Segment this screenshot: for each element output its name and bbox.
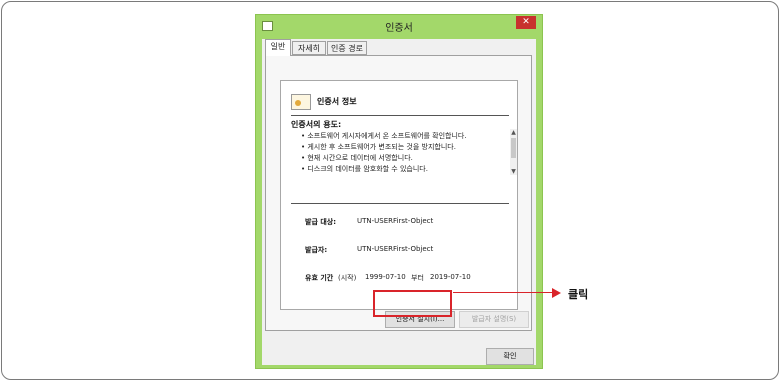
scrollbar-thumb[interactable]	[511, 138, 516, 158]
scroll-up-icon[interactable]: ▲	[510, 129, 517, 136]
tab-details[interactable]: 자세히	[292, 41, 326, 55]
tab-certification-path[interactable]: 인증 경로	[327, 41, 367, 55]
divider	[291, 203, 509, 204]
titlebar: 인증서 ✕	[256, 15, 542, 37]
click-highlight-box	[373, 290, 452, 317]
certificate-info-box: 인증서 정보 인증서의 용도: • 소프트웨어 게시자에게서 온 소프트웨어를 …	[280, 80, 518, 310]
validity-to-label: 부터	[411, 274, 424, 282]
list-item: • 현재 시간으로 데이터에 서명합니다.	[301, 154, 413, 162]
purpose-label: 인증서의 용도:	[291, 120, 342, 129]
divider	[291, 115, 509, 116]
purpose-list: • 소프트웨어 게시자에게서 온 소프트웨어를 확인합니다. • 게시한 후 소…	[301, 131, 501, 175]
issued-to-value: UTN-USERFirst-Object	[357, 217, 434, 225]
cert-info-heading: 인증서 정보	[317, 97, 357, 106]
issued-to-label: 발급 대상:	[305, 218, 336, 226]
list-item: • 게시한 후 소프트웨어가 변조되는 것을 방지합니다.	[301, 143, 456, 151]
scroll-down-icon[interactable]: ▼	[510, 168, 517, 175]
annotation-arrow-icon	[552, 288, 561, 298]
window-title: 인증서	[385, 23, 413, 34]
issuer-statement-button[interactable]: 발급자 설명(S)	[459, 311, 529, 328]
validity-from-value: 1999-07-10	[365, 273, 406, 281]
click-annotation-label: 클릭	[568, 288, 589, 301]
ok-button[interactable]: 확인	[486, 348, 534, 365]
list-item: • 소프트웨어 게시자에게서 온 소프트웨어를 확인합니다.	[301, 132, 467, 140]
annotation-arrow-line	[453, 292, 553, 293]
validity-label: 유효 기간	[305, 274, 334, 282]
validity-from-label: (시작)	[338, 274, 357, 282]
issued-by-value: UTN-USERFirst-Object	[357, 245, 434, 253]
tab-general[interactable]: 일반	[265, 39, 291, 56]
validity-to-value: 2019-07-10	[430, 273, 471, 281]
list-item: • 디스크의 데이터를 암호화할 수 있습니다.	[301, 165, 428, 173]
close-button[interactable]: ✕	[516, 16, 536, 29]
purpose-scrollbar[interactable]: ▲ ▼	[510, 129, 517, 175]
certificate-icon	[291, 94, 311, 110]
issued-by-label: 발급자:	[305, 246, 328, 254]
